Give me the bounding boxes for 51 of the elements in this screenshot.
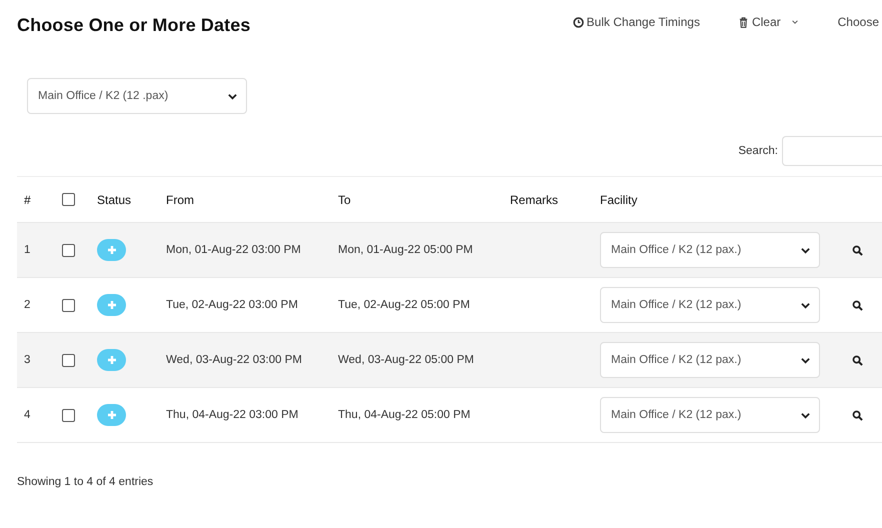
action-link[interactable]: Bulk Change Timings bbox=[572, 15, 700, 29]
clock-icon bbox=[572, 16, 584, 28]
column-header: To bbox=[338, 192, 351, 206]
action-link[interactable]: Clear bbox=[738, 15, 800, 29]
column-header: Status bbox=[97, 192, 132, 206]
search-label: Search: bbox=[738, 145, 778, 157]
checkbox[interactable] bbox=[62, 354, 75, 366]
table-cell: Thu, 04-Aug-22 03:00 PM bbox=[166, 409, 298, 421]
caret-icon bbox=[800, 410, 811, 420]
column-header: # bbox=[24, 192, 31, 206]
facility-select[interactable]: Main Office / K2 (12 pax.) bbox=[600, 397, 820, 433]
checkbox[interactable] bbox=[62, 298, 75, 312]
facility-select[interactable]: Main Office / K2 (12 pax.) bbox=[600, 287, 820, 323]
column-header: Facility bbox=[600, 192, 638, 206]
facility-select[interactable]: Main Office / K2 (12 pax.) bbox=[600, 342, 820, 378]
plus-icon bbox=[106, 355, 116, 365]
caret-icon bbox=[227, 92, 238, 100]
checkbox[interactable] bbox=[62, 408, 75, 422]
plus-icon bbox=[106, 245, 116, 255]
search-field[interactable] bbox=[782, 136, 882, 166]
table-cell: Wed, 03-Aug-22 05:00 PM bbox=[338, 354, 474, 366]
search-icon bbox=[852, 410, 863, 420]
search-icon bbox=[852, 244, 863, 256]
caret-icon bbox=[800, 300, 811, 310]
column-header: Remarks bbox=[510, 192, 558, 206]
facility-select[interactable]: Main Office / K2 (12 pax.) bbox=[600, 232, 820, 268]
column-header: From bbox=[166, 192, 194, 206]
caret-icon bbox=[800, 246, 811, 254]
table-cell: 4 bbox=[24, 409, 30, 421]
table-cell: Tue, 02-Aug-22 05:00 PM bbox=[338, 299, 470, 311]
table-cell: Tue, 02-Aug-22 03:00 PM bbox=[166, 299, 298, 311]
plus-icon bbox=[106, 410, 116, 420]
plus-icon bbox=[106, 300, 116, 310]
location-select[interactable]: Main Office / K2 (12 .pax) bbox=[27, 78, 247, 114]
trash-icon bbox=[738, 16, 749, 28]
checkbox[interactable] bbox=[62, 244, 75, 256]
table-cell: 1 bbox=[24, 244, 30, 256]
checkbox[interactable] bbox=[62, 193, 75, 206]
search-icon bbox=[852, 354, 863, 366]
table-cell: Wed, 03-Aug-22 03:00 PM bbox=[166, 354, 302, 366]
action-link[interactable]: Choose bbox=[838, 15, 879, 29]
table-cell: Mon, 01-Aug-22 03:00 PM bbox=[166, 244, 301, 256]
caret-icon bbox=[800, 356, 811, 364]
table-cell: Thu, 04-Aug-22 05:00 PM bbox=[338, 409, 470, 421]
caret-icon bbox=[790, 18, 800, 26]
table-cell: Mon, 01-Aug-22 05:00 PM bbox=[338, 244, 473, 256]
page-title: Choose One or More Dates bbox=[17, 15, 250, 36]
table-cell: 3 bbox=[24, 354, 30, 366]
entries-info: Showing 1 to 4 of 4 entries bbox=[17, 476, 154, 488]
search-icon bbox=[852, 300, 863, 310]
table-cell: 2 bbox=[24, 299, 30, 311]
